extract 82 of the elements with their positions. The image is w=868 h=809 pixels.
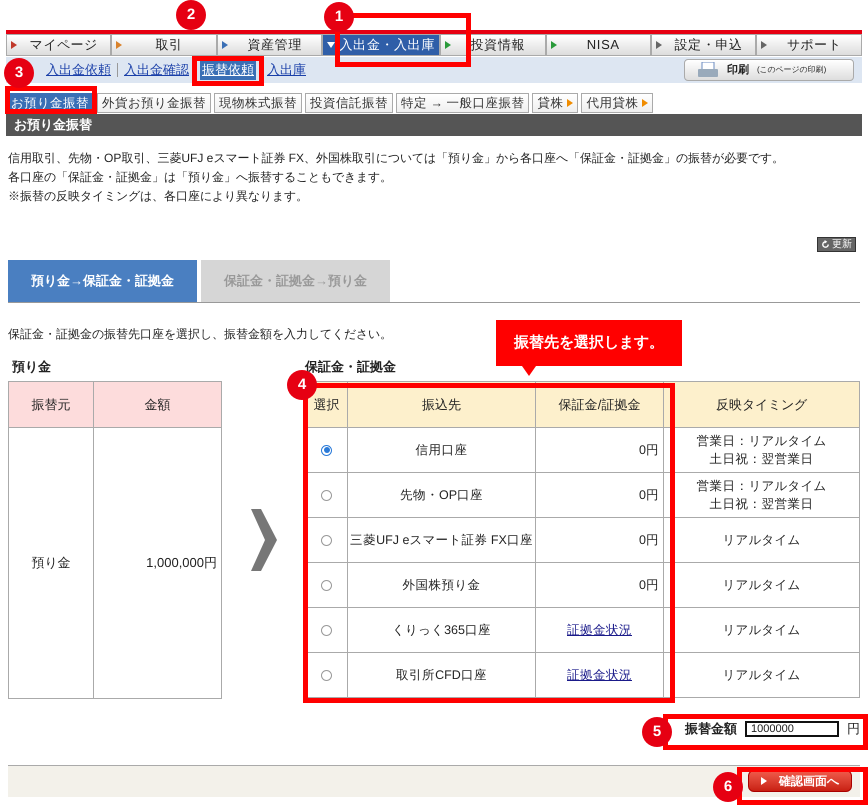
table-cell: 信用口座 [348, 428, 536, 472]
main-nav-tab[interactable]: サポート [756, 34, 862, 56]
triangle-icon [116, 41, 122, 49]
main-nav-tab[interactable]: 入出金・入出庫 [322, 34, 440, 56]
triangle-icon [11, 41, 17, 49]
triangle-icon [222, 41, 228, 49]
callout-bubble: 振替先を選択します。 [496, 320, 682, 366]
transfer-tab[interactable]: 代用貸株 [581, 93, 654, 113]
triangle-icon [445, 41, 452, 49]
column-header: 振込先 [348, 382, 536, 427]
triangle-icon [761, 777, 767, 785]
transfer-tab[interactable]: 外貨お預り金振替 [97, 93, 211, 113]
printer-icon [697, 62, 719, 78]
main-nav-tab[interactable]: マイページ [6, 34, 112, 56]
radio-button[interactable] [321, 580, 332, 590]
radio-button[interactable] [321, 490, 332, 500]
column-header: 反映タイミング [715, 396, 808, 414]
triangle-icon [642, 99, 648, 107]
source-heading: 預り金 [12, 358, 52, 376]
margin-status-link[interactable]: 証拠金状況 [567, 620, 632, 640]
table-cell: 預り金 [9, 428, 94, 698]
chevron-icon [250, 509, 276, 571]
main-nav-tab[interactable]: 取引 [111, 34, 217, 56]
margin-status-link[interactable]: 証拠金状況 [567, 666, 632, 684]
table-cell: 外国株預り金 [348, 563, 536, 607]
table-cell-text: リアルタイム [722, 532, 802, 549]
transfer-tab[interactable]: 貸株 [532, 93, 578, 113]
column-header: 保証金/証拠金 [536, 382, 664, 427]
main-nav-tab[interactable]: 資産管理 [216, 34, 322, 56]
table-cell-text: 1,000,000円 [145, 554, 218, 572]
table-cell-text: 営業日：リアルタイム 土日祝：翌営業日 [696, 433, 828, 468]
radio-button[interactable] [321, 624, 332, 636]
step-number-badge: 5 [642, 717, 672, 747]
amount-label: 振替金額 [685, 720, 737, 738]
callout-pointer-icon [522, 366, 536, 376]
radio-button[interactable] [321, 534, 332, 546]
triangle-icon [567, 99, 574, 107]
section-title: お預り金振替 [14, 116, 92, 134]
transfer-tab[interactable]: 特定 → 一般口座振替 [396, 93, 530, 113]
refresh-icon [821, 240, 830, 249]
confirm-button[interactable]: 確認画面へ [748, 770, 852, 792]
table-cell-text: リアルタイム [722, 667, 802, 684]
sub-nav-link[interactable]: 入出金依頼 [44, 60, 113, 80]
main-nav-tab[interactable]: 投資情報 [440, 34, 546, 56]
radio-button[interactable] [321, 670, 332, 680]
sub-nav-link[interactable]: 振替依頼 [200, 60, 256, 80]
table-cell-text: 0円 [639, 532, 659, 549]
highlight-frame [192, 56, 264, 86]
table-cell-text: リアルタイム [722, 577, 802, 594]
description-text: ※振替の反映タイミングは、各口座により異なります。 [8, 188, 309, 205]
sub-nav-link[interactable]: 入出金確認 [122, 60, 191, 80]
refresh-button[interactable]: 更新 [817, 237, 856, 252]
table-cell: 三菱UFJ eスマート証券 FX口座 [348, 518, 536, 562]
step-number-badge: 1 [324, 2, 354, 32]
table-cell: くりっく365口座 [348, 608, 536, 652]
table-cell: 先物・OP口座 [348, 473, 536, 517]
table-cell-text: 0円 [639, 442, 659, 459]
transfer-tab[interactable]: 現物株式振替 [214, 93, 302, 113]
sub-nav-link[interactable]: 入出庫 [265, 60, 308, 80]
step-number-badge: 2 [176, 0, 206, 30]
radio-button[interactable] [321, 444, 332, 456]
table-cell-text: リアルタイム [722, 622, 802, 639]
column-header: 振替元 [9, 382, 94, 427]
amount-input[interactable]: 1000000 [745, 720, 839, 737]
main-nav-tab[interactable]: 設定・申込 [650, 34, 756, 56]
unit-label: 円 [847, 720, 860, 738]
table-cell-text: 営業日：リアルタイム 土日祝：翌営業日 [696, 478, 828, 513]
main-nav-tab[interactable]: NISA [546, 34, 651, 56]
caret-icon [327, 42, 336, 48]
triangle-icon [550, 41, 556, 49]
print-button[interactable]: 印刷 (このページの印刷) [684, 59, 854, 81]
table-cell: 取引所CFD口座 [348, 653, 536, 697]
transfer-tab[interactable]: 投資信託振替 [305, 93, 393, 113]
column-header: 金額 [144, 396, 172, 414]
direction-tab[interactable]: 預り金→保証金・証拠金 [8, 260, 197, 302]
table-cell-text: 0円 [639, 486, 659, 504]
table-cell-text: 0円 [639, 576, 659, 594]
description-text: 信用取引、先物・OP取引、三菱UFJ eスマート証券 FX、外国株取引については「預り金」から各口座へ「保証金・証拠金」の振替が必要です。 [8, 150, 786, 167]
description-text: 各口座の「保証金・証拠金」は「預り金」へ振替することもできます。 [8, 169, 393, 186]
triangle-icon [761, 41, 768, 49]
instruction-text: 保証金・証拠金の振替先口座を選択し、振替金額を入力してください。 [8, 326, 392, 343]
triangle-icon [656, 41, 662, 49]
